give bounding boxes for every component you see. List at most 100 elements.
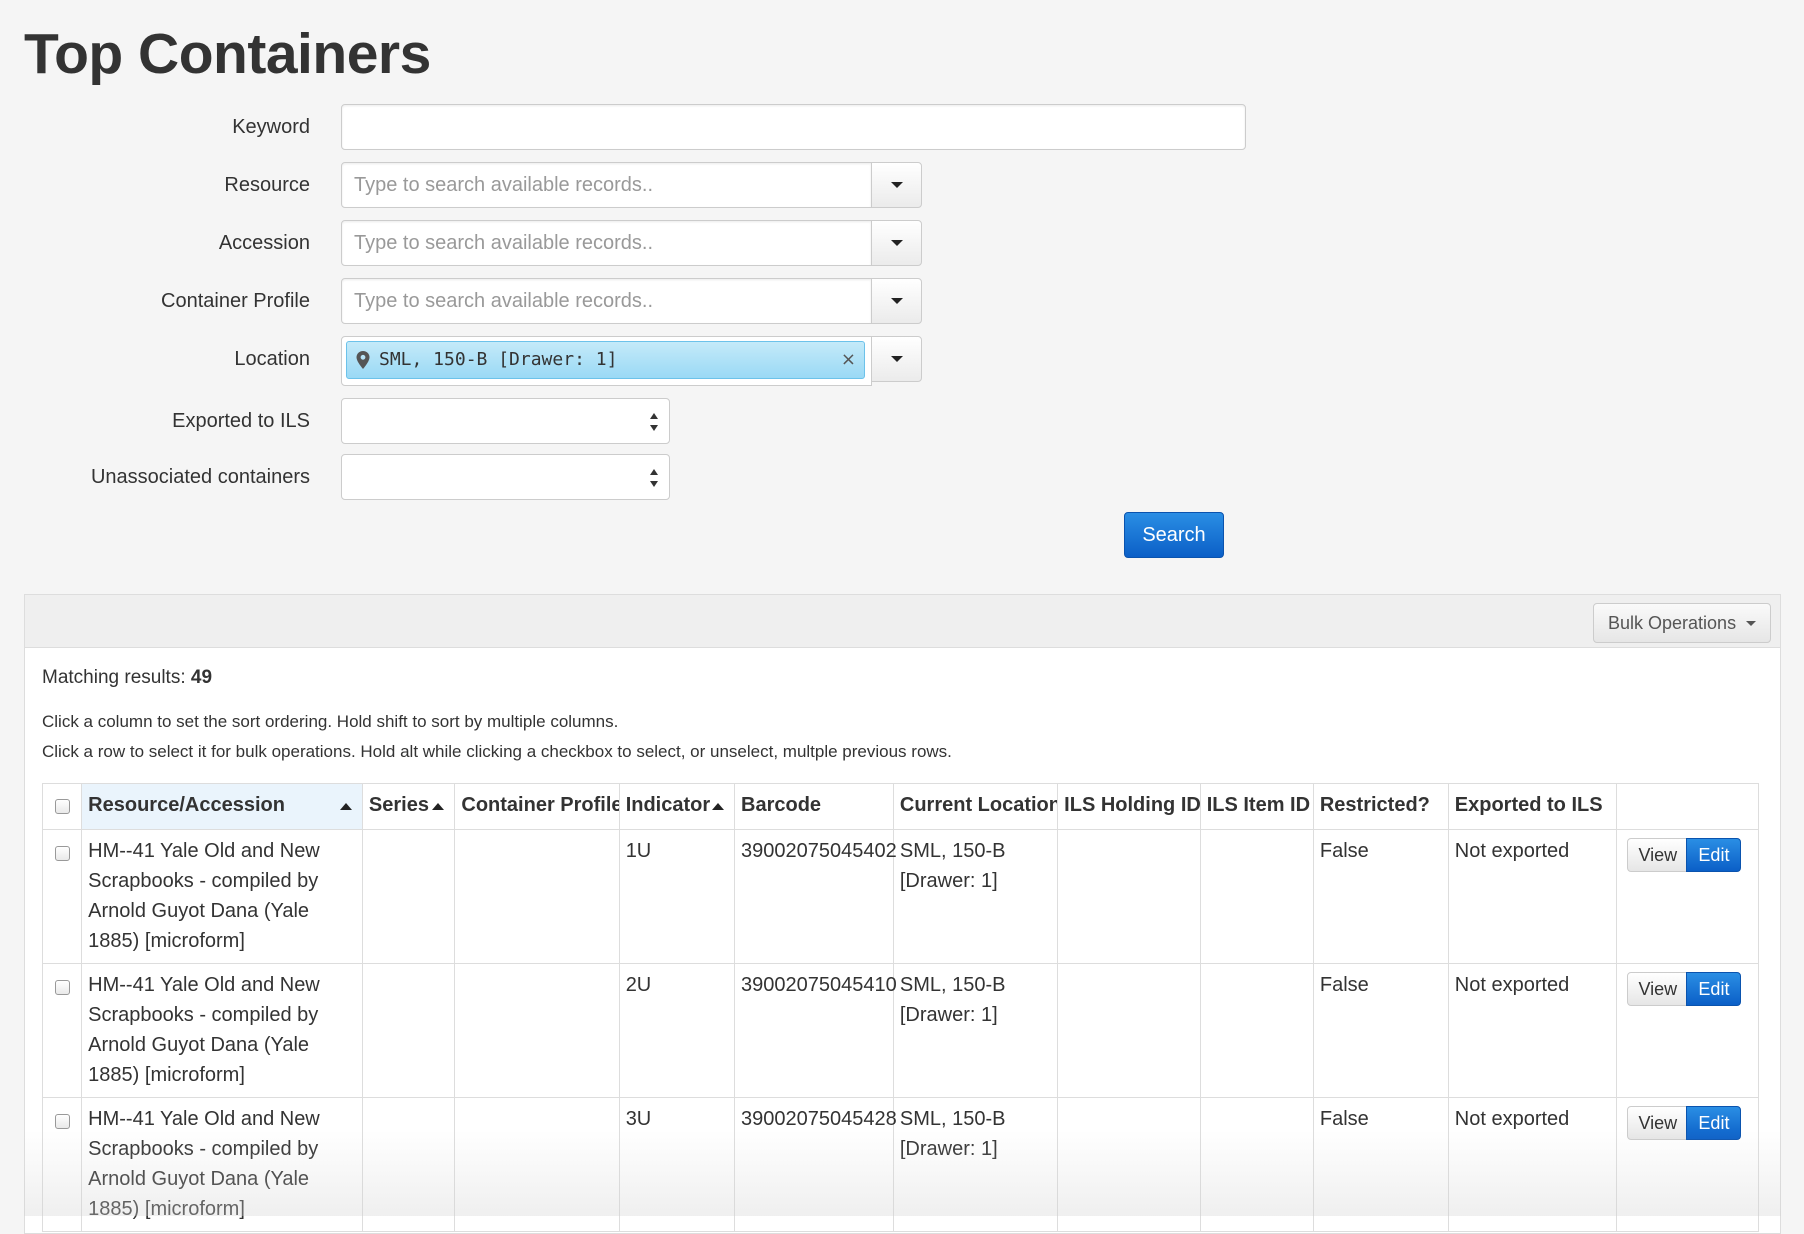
cell-indicator: 2U xyxy=(618,963,736,1098)
edit-button[interactable]: Edit xyxy=(1686,838,1742,872)
sort-hint: Click a column to set the sort ordering.… xyxy=(42,712,619,731)
cell-resource: HM--41 Yale Old and New Scrapbooks - com… xyxy=(81,829,363,964)
cell-actions: View Edit xyxy=(1616,829,1759,964)
view-button[interactable]: View xyxy=(1627,972,1688,1006)
location-line: SML, 150-B xyxy=(899,974,1006,996)
results-toolbar: Bulk Operations xyxy=(25,595,1780,648)
cell-exported: Not exported xyxy=(1447,829,1618,964)
resource-dropdown-button[interactable] xyxy=(871,162,922,208)
cell-exported: Not exported xyxy=(1447,1097,1618,1232)
table-row[interactable]: HM--41 Yale Old and New Scrapbooks - com… xyxy=(41,829,1759,964)
column-header-ils-item-id[interactable]: ILS Item ID xyxy=(1199,783,1314,830)
column-header-exported-to-ils[interactable]: Exported to ILS xyxy=(1447,783,1618,830)
cell-actions: View Edit xyxy=(1616,963,1759,1098)
exported-to-ils-row: Exported to ILS xyxy=(0,398,700,444)
view-button[interactable]: View xyxy=(1627,838,1688,872)
location-token-field[interactable]: SML, 150-B [Drawer: 1] × xyxy=(341,336,872,386)
map-pin-icon xyxy=(356,351,370,369)
select-arrows-icon xyxy=(650,469,658,487)
row-select-cell xyxy=(41,963,83,1098)
location-dropdown-button[interactable] xyxy=(871,336,922,382)
table-row[interactable]: HM--41 Yale Old and New Scrapbooks - com… xyxy=(41,1097,1759,1232)
cell-container-profile xyxy=(454,963,620,1098)
cell-barcode: 39002075045402 xyxy=(734,829,897,964)
cell-series xyxy=(361,963,456,1098)
location-label: Location xyxy=(234,348,310,370)
table-row[interactable]: HM--41 Yale Old and New Scrapbooks - com… xyxy=(41,963,1759,1098)
cell-container-profile xyxy=(454,1097,620,1232)
row-select-cell xyxy=(41,829,83,964)
cell-exported: Not exported xyxy=(1447,963,1618,1098)
sort-ascending-icon xyxy=(432,803,445,810)
container-profile-input[interactable] xyxy=(341,278,872,324)
row-checkbox[interactable] xyxy=(54,980,70,995)
chevron-down-icon xyxy=(890,356,903,362)
column-header-series[interactable]: Series xyxy=(361,783,456,830)
column-header-barcode[interactable]: Barcode xyxy=(734,783,894,830)
search-button[interactable]: Search xyxy=(1124,512,1224,558)
column-header-indicator[interactable]: Indicator xyxy=(618,783,736,830)
unassociated-containers-select[interactable] xyxy=(341,454,670,500)
matching-results-label: Matching results: xyxy=(42,667,186,688)
select-arrows-icon xyxy=(650,413,658,431)
cell-series xyxy=(361,1097,456,1232)
chevron-down-icon xyxy=(890,240,903,246)
row-select-cell xyxy=(41,1097,83,1232)
unassociated-containers-row: Unassociated containers xyxy=(0,454,700,500)
cell-ils-item-id xyxy=(1199,829,1314,964)
row-checkbox[interactable] xyxy=(54,1114,70,1129)
bulk-operations-button[interactable]: Bulk Operations xyxy=(1593,603,1771,643)
cell-current-location: SML, 150-B [Drawer: 1] xyxy=(892,963,1059,1098)
keyword-input[interactable] xyxy=(341,104,1246,150)
location-row: Location SML, 150-B [Drawer: 1] × xyxy=(0,336,930,386)
select-hint: Click a row to select it for bulk operat… xyxy=(42,742,952,761)
sort-ascending-icon xyxy=(339,803,352,810)
page-title: Top Containers xyxy=(24,22,431,86)
results-table: Resource/Accession Series Container Prof… xyxy=(41,783,1759,1232)
location-line: SML, 150-B xyxy=(899,840,1006,862)
view-button[interactable]: View xyxy=(1627,1106,1688,1140)
resource-input[interactable] xyxy=(341,162,872,208)
table-header-row: Resource/Accession Series Container Prof… xyxy=(41,783,1759,830)
row-checkbox[interactable] xyxy=(54,846,70,861)
exported-to-ils-select[interactable] xyxy=(341,398,670,444)
cell-ils-item-id xyxy=(1199,963,1314,1098)
cell-series xyxy=(361,829,456,964)
matching-results-count: 49 xyxy=(190,667,213,688)
column-header-resource-accession[interactable]: Resource/Accession xyxy=(81,783,363,830)
cell-barcode: 39002075045428 xyxy=(734,1097,897,1232)
cell-ils-holding-id xyxy=(1057,829,1201,964)
select-all-checkbox[interactable] xyxy=(54,799,70,814)
column-header-ils-holding-id[interactable]: ILS Holding ID xyxy=(1057,783,1201,830)
edit-button[interactable]: Edit xyxy=(1686,1106,1742,1140)
location-line: [Drawer: 1] xyxy=(899,1138,998,1160)
cell-ils-holding-id xyxy=(1057,1097,1201,1232)
chevron-down-icon xyxy=(1746,621,1756,626)
accession-input[interactable] xyxy=(341,220,872,266)
cell-indicator: 3U xyxy=(618,1097,736,1232)
cell-current-location: SML, 150-B [Drawer: 1] xyxy=(892,829,1059,964)
remove-token-icon[interactable]: × xyxy=(841,342,856,378)
cell-indicator: 1U xyxy=(618,829,736,964)
container-profile-dropdown-button[interactable] xyxy=(871,278,922,324)
cell-current-location: SML, 150-B [Drawer: 1] xyxy=(892,1097,1059,1232)
results-panel: Bulk Operations Matching results: 49 Cli… xyxy=(24,594,1781,1234)
cell-resource: HM--41 Yale Old and New Scrapbooks - com… xyxy=(81,1097,363,1232)
column-header-container-profile[interactable]: Container Profile xyxy=(454,783,620,830)
keyword-row: Keyword xyxy=(0,104,1300,150)
cell-restricted: False xyxy=(1312,963,1449,1098)
cell-barcode: 39002075045410 xyxy=(734,963,897,1098)
matching-results: Matching results: 49 xyxy=(42,667,212,689)
cell-ils-holding-id xyxy=(1057,963,1201,1098)
column-header-restricted[interactable]: Restricted? xyxy=(1312,783,1449,830)
accession-dropdown-button[interactable] xyxy=(871,220,922,266)
location-line: [Drawer: 1] xyxy=(899,1004,998,1026)
cell-resource: HM--41 Yale Old and New Scrapbooks - com… xyxy=(81,963,363,1098)
cell-container-profile xyxy=(454,829,620,964)
location-token[interactable]: SML, 150-B [Drawer: 1] × xyxy=(346,341,865,379)
edit-button[interactable]: Edit xyxy=(1686,972,1742,1006)
column-header-current-location[interactable]: Current Location xyxy=(892,783,1059,830)
unassociated-containers-label: Unassociated containers xyxy=(90,466,310,488)
sort-ascending-icon xyxy=(712,803,725,810)
exported-to-ils-label: Exported to ILS xyxy=(172,410,310,432)
